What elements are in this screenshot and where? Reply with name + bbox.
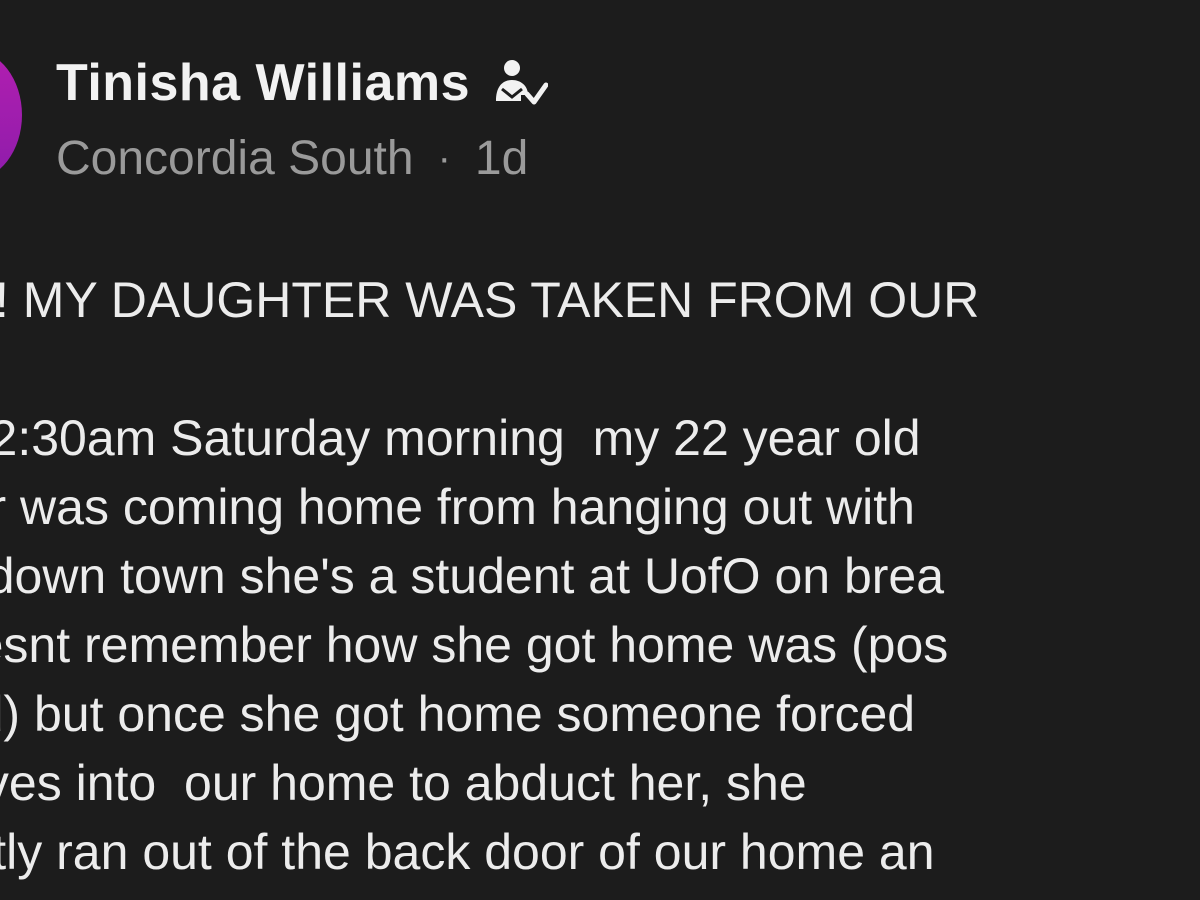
post-card: Tinisha Williams Concordia South · 1d P!…: [0, 0, 1200, 900]
author-name[interactable]: Tinisha Williams: [56, 53, 470, 113]
post-body-line: nd 2:30am Saturday morning my 22 year ol…: [0, 410, 921, 466]
post-body-line: rently ran out of the back door of our h…: [0, 824, 935, 880]
post-timestamp: 1d: [474, 131, 529, 185]
avatar[interactable]: [0, 50, 22, 180]
post-body: P!!!! MY DAUGHTER WAS TAKEN FROM OUR E! …: [0, 266, 1200, 900]
post-header: Tinisha Williams: [56, 50, 549, 116]
post-body-line: E!: [0, 335, 1200, 404]
meta-separator: ·: [437, 135, 451, 180]
post-body-line: ds down town she's a student at UofO on …: [0, 548, 945, 604]
verified-neighbor-icon: [496, 60, 549, 105]
post-body-line: doesnt remember how she got home was (po…: [0, 617, 949, 673]
neighborhood-link[interactable]: Concordia South: [56, 131, 414, 186]
post-body-line: selves into our home to abduct her, she: [0, 755, 807, 811]
post-body-line: P!!!! MY DAUGHTER WAS TAKEN FROM OUR: [0, 272, 980, 328]
post-meta: Concordia South · 1d: [56, 128, 528, 188]
post-body-line: ged) but once she got home someone force…: [0, 686, 916, 742]
post-body-line: hter was coming home from hanging out wi…: [0, 479, 915, 535]
